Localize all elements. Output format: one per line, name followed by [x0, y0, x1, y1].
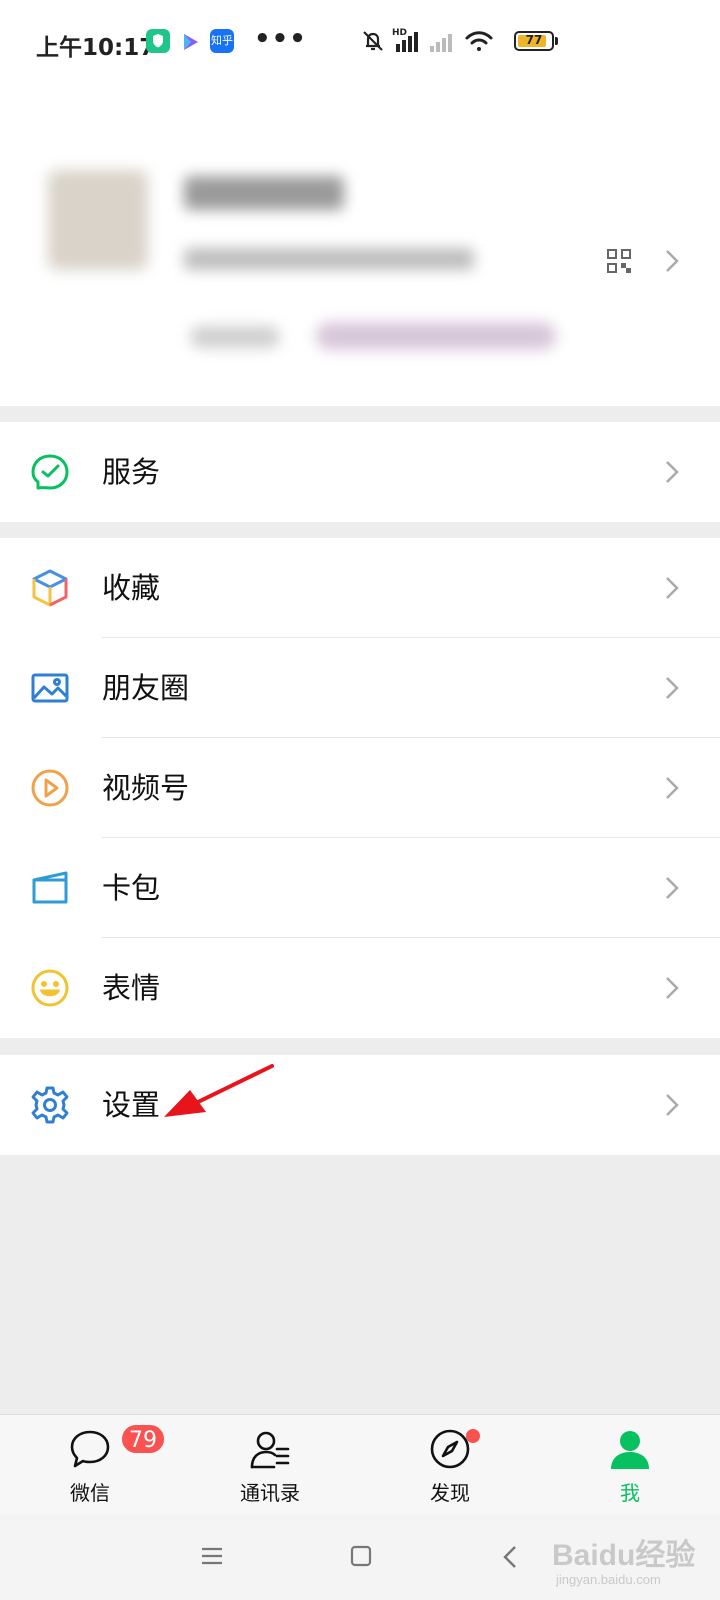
profile-chevron-icon[interactable] — [664, 248, 680, 274]
avatar[interactable] — [48, 170, 148, 270]
svg-text:HD: HD — [392, 28, 407, 38]
menu-label-moments: 朋友圈 — [102, 671, 190, 705]
chevron-right-icon — [664, 459, 680, 485]
unread-badge: 79 — [120, 1423, 166, 1455]
services-icon — [30, 452, 70, 492]
services-section: 服务 — [0, 422, 720, 522]
person-icon — [608, 1427, 652, 1471]
tab-label-contacts: 通讯录 — [240, 1481, 300, 1505]
menu-item-stickers[interactable]: 表情 — [0, 938, 720, 1038]
battery-icon: 77 — [514, 31, 554, 51]
menu-label-favorites: 收藏 — [102, 571, 161, 605]
mute-icon — [360, 28, 386, 54]
menu-label-cards: 卡包 — [102, 871, 161, 905]
settings-section: 设置 — [0, 1055, 720, 1155]
profile-card[interactable] — [0, 90, 720, 406]
gear-icon — [30, 1085, 70, 1125]
tab-label-chats: 微信 — [70, 1481, 110, 1505]
battery-level: 77 — [525, 33, 543, 47]
bottom-tab-bar: 79 微信 通讯录 发现 我 — [0, 1414, 720, 1515]
qr-code-icon[interactable] — [606, 248, 632, 274]
channels-play-icon — [30, 768, 70, 808]
contacts-icon — [248, 1427, 292, 1471]
menu-label-stickers: 表情 — [102, 971, 161, 1005]
wifi-icon — [464, 28, 494, 54]
wechat-id-redacted — [184, 248, 474, 270]
recent-apps-icon[interactable] — [200, 1544, 224, 1568]
menu-item-cards[interactable]: 卡包 — [0, 838, 720, 938]
watermark-brand: Baidu经验 — [552, 1539, 696, 1572]
smiley-icon — [30, 968, 70, 1008]
chevron-right-icon — [664, 875, 680, 901]
signal-hd-icon: HD — [392, 26, 422, 54]
home-icon[interactable] — [349, 1544, 373, 1568]
signal-weak-icon — [428, 30, 456, 54]
discover-notification-dot — [466, 1429, 480, 1443]
chat-bubble-icon — [68, 1427, 112, 1471]
menu-label-services: 服务 — [102, 455, 161, 489]
status-redacted — [190, 326, 280, 348]
zhihu-app-icon: 知乎 — [210, 29, 234, 53]
security-app-icon — [146, 29, 170, 53]
nickname-redacted — [184, 176, 344, 210]
back-icon[interactable] — [502, 1544, 518, 1570]
chevron-right-icon — [664, 675, 680, 701]
menu-item-favorites[interactable]: 收藏 — [0, 538, 720, 638]
moments-image-icon — [30, 668, 70, 708]
tab-contacts[interactable]: 通讯录 — [200, 1415, 340, 1515]
wallet-icon — [30, 868, 70, 908]
tab-chats[interactable]: 79 微信 — [20, 1415, 166, 1515]
features-section: 收藏 朋友圈 视频号 卡包 表情 — [0, 538, 720, 1038]
chevron-right-icon — [664, 575, 680, 601]
favorites-cube-icon — [30, 568, 70, 608]
annotation-arrow — [160, 1062, 280, 1122]
tab-label-discover: 发现 — [430, 1481, 470, 1505]
menu-item-services[interactable]: 服务 — [0, 422, 720, 522]
status-bar: 上午10:17 知乎 ••• HD 77 — [0, 0, 720, 90]
more-notifications-icon: ••• — [254, 24, 307, 54]
menu-label-settings: 设置 — [102, 1088, 161, 1122]
battery-tip — [555, 37, 558, 45]
tab-me[interactable]: 我 — [560, 1415, 700, 1515]
status-time: 上午10:17 — [36, 35, 156, 61]
menu-item-settings[interactable]: 设置 — [0, 1055, 720, 1155]
menu-item-moments[interactable]: 朋友圈 — [0, 638, 720, 738]
menu-label-channels: 视频号 — [102, 771, 190, 805]
chevron-right-icon — [664, 1092, 680, 1118]
tab-label-me: 我 — [620, 1481, 640, 1505]
chevron-right-icon — [664, 775, 680, 801]
chevron-right-icon — [664, 975, 680, 1001]
friends-status-redacted — [316, 322, 556, 350]
menu-item-channels[interactable]: 视频号 — [0, 738, 720, 838]
watermark-url: jingyan.baidu.com — [556, 1572, 661, 1587]
tab-discover[interactable]: 发现 — [380, 1415, 520, 1515]
video-app-icon — [178, 30, 202, 54]
